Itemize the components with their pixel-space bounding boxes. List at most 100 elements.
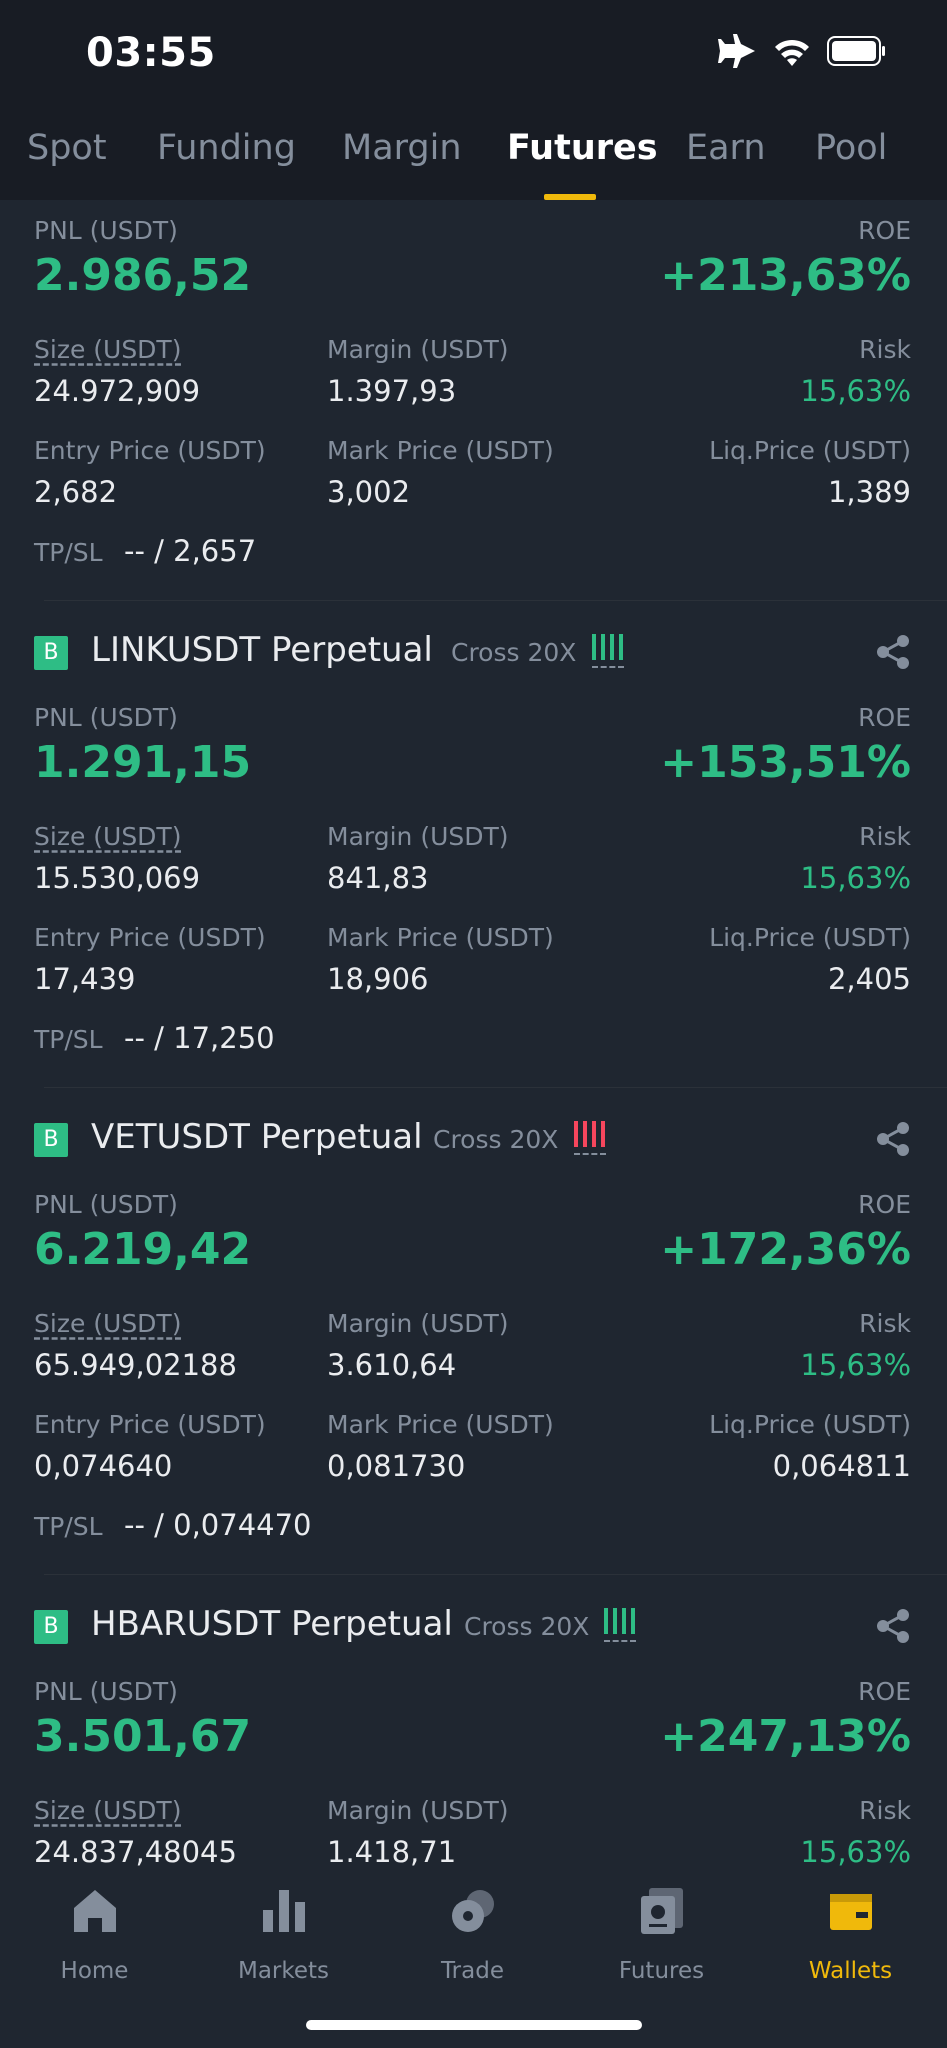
margin-value: 841,83 (327, 861, 429, 895)
side-badge: B (34, 1123, 68, 1157)
entry-price-label: Entry Price (USDT) (34, 1410, 266, 1439)
top-bar: 03:55 Spot Funding Margin Futures Earn P… (0, 0, 947, 200)
position-symbol[interactable]: LINKUSDT Perpetual (91, 630, 433, 670)
size-label[interactable]: Size (USDT) (34, 1796, 181, 1825)
adl-indicator-icon[interactable] (574, 1121, 606, 1157)
roe-value: +247,13% (660, 1711, 911, 1762)
tab-pool[interactable]: Pool (815, 128, 887, 168)
tpsl-label: TP/SL (34, 1025, 103, 1054)
share-icon[interactable] (875, 1121, 911, 1157)
position-symbol[interactable]: HBARUSDT Perpetual (91, 1604, 453, 1644)
wallet-tabs: Spot Funding Margin Futures Earn Pool (0, 128, 947, 200)
mark-price-value: 3,002 (327, 475, 411, 509)
margin-value: 3.610,64 (327, 1348, 457, 1382)
status-icons (717, 34, 887, 68)
risk-value: 15,63% (800, 1348, 911, 1382)
roe-label: ROE (858, 1190, 911, 1219)
liq-price-label: Liq.Price (USDT) (709, 1410, 911, 1439)
entry-price-label: Entry Price (USDT) (34, 923, 266, 952)
margin-mode-leverage[interactable]: Cross 20X (451, 638, 576, 667)
margin-value: 1.397,93 (327, 374, 457, 408)
wifi-icon (775, 39, 809, 66)
liq-price-label: Liq.Price (USDT) (709, 923, 911, 952)
tpsl-value[interactable]: -- / 0,074470 (124, 1508, 312, 1542)
mark-price-label: Mark Price (USDT) (327, 1410, 554, 1439)
roe-label: ROE (858, 703, 911, 732)
liq-price-value: 0,064811 (772, 1449, 911, 1483)
mark-price-label: Mark Price (USDT) (327, 923, 554, 952)
adl-indicator-icon[interactable] (592, 634, 624, 670)
tab-earn[interactable]: Earn (686, 128, 766, 168)
risk-value: 15,63% (800, 1835, 911, 1869)
risk-label: Risk (859, 822, 911, 851)
margin-mode-leverage[interactable]: Cross 20X (433, 1125, 558, 1154)
position-header: B LINKUSDT Perpetual Cross 20X (34, 630, 911, 680)
liq-price-label: Liq.Price (USDT) (709, 436, 911, 465)
trade-icon (451, 1890, 494, 1932)
side-badge: B (34, 636, 68, 670)
nav-label: Home (60, 1958, 129, 1984)
margin-label: Margin (USDT) (327, 1796, 509, 1825)
adl-indicator-icon[interactable] (604, 1608, 636, 1644)
pnl-label: PNL (USDT) (34, 216, 178, 245)
risk-value: 15,63% (800, 861, 911, 895)
entry-price-label: Entry Price (USDT) (34, 436, 266, 465)
risk-value: 15,63% (800, 374, 911, 408)
tab-futures[interactable]: Futures (507, 128, 658, 168)
tab-funding[interactable]: Funding (157, 128, 296, 168)
risk-label: Risk (859, 335, 911, 364)
risk-label: Risk (859, 1796, 911, 1825)
mark-price-value: 18,906 (327, 962, 429, 996)
position-header: B VETUSDT Perpetual Cross 20X (34, 1117, 911, 1167)
size-value: 65.949,02188 (34, 1348, 237, 1382)
liq-price-value: 1,389 (827, 475, 911, 509)
tab-margin[interactable]: Margin (342, 128, 462, 168)
pnl-value: 3.501,67 (34, 1711, 252, 1762)
margin-value: 1.418,71 (327, 1835, 457, 1869)
share-icon[interactable] (875, 1608, 911, 1644)
margin-mode-leverage[interactable]: Cross 20X (464, 1612, 589, 1641)
size-value: 15.530,069 (34, 861, 201, 895)
mark-price-label: Mark Price (USDT) (327, 436, 554, 465)
tpsl-label: TP/SL (34, 1512, 103, 1541)
tpsl-value[interactable]: -- / 2,657 (124, 534, 256, 568)
battery-icon (827, 36, 885, 66)
tpsl-value[interactable]: -- / 17,250 (124, 1021, 275, 1055)
tpsl-label: TP/SL (34, 538, 103, 567)
status-time: 03:55 (86, 30, 216, 76)
positions-list[interactable]: PNL (USDT) ROE 2.986,52 +213,63% Size (U… (0, 200, 947, 1876)
pnl-label: PNL (USDT) (34, 703, 178, 732)
roe-label: ROE (858, 1677, 911, 1706)
size-label[interactable]: Size (USDT) (34, 822, 181, 851)
risk-label: Risk (859, 1309, 911, 1338)
entry-price-value: 17,439 (34, 962, 136, 996)
roe-value: +172,36% (660, 1224, 911, 1275)
pnl-value: 2.986,52 (34, 250, 252, 301)
margin-label: Margin (USDT) (327, 822, 509, 851)
liq-price-value: 2,405 (827, 962, 911, 996)
size-value: 24.972,909 (34, 374, 201, 408)
nav-label: Futures (618, 1958, 705, 1984)
size-label[interactable]: Size (USDT) (34, 1309, 181, 1338)
share-icon[interactable] (875, 634, 911, 670)
divider (44, 1574, 947, 1575)
margin-label: Margin (USDT) (327, 335, 509, 364)
mark-price-value: 0,081730 (327, 1449, 466, 1483)
futures-icon (640, 1888, 683, 1934)
size-label[interactable]: Size (USDT) (34, 335, 181, 364)
wallet-icon (829, 1894, 872, 1930)
pnl-value: 1.291,15 (34, 737, 252, 788)
home-indicator (306, 2020, 642, 2030)
pnl-label: PNL (USDT) (34, 1677, 178, 1706)
side-badge: B (34, 1610, 68, 1644)
home-icon (73, 1890, 116, 1932)
roe-value: +153,51% (660, 737, 911, 788)
roe-value: +213,63% (660, 250, 911, 301)
position-symbol[interactable]: VETUSDT Perpetual (91, 1117, 423, 1157)
margin-label: Margin (USDT) (327, 1309, 509, 1338)
size-value: 24.837,48045 (34, 1835, 237, 1869)
tab-spot[interactable]: Spot (27, 128, 107, 168)
pnl-label: PNL (USDT) (34, 1190, 178, 1219)
markets-icon (262, 1890, 305, 1932)
entry-price-value: 0,074640 (34, 1449, 173, 1483)
